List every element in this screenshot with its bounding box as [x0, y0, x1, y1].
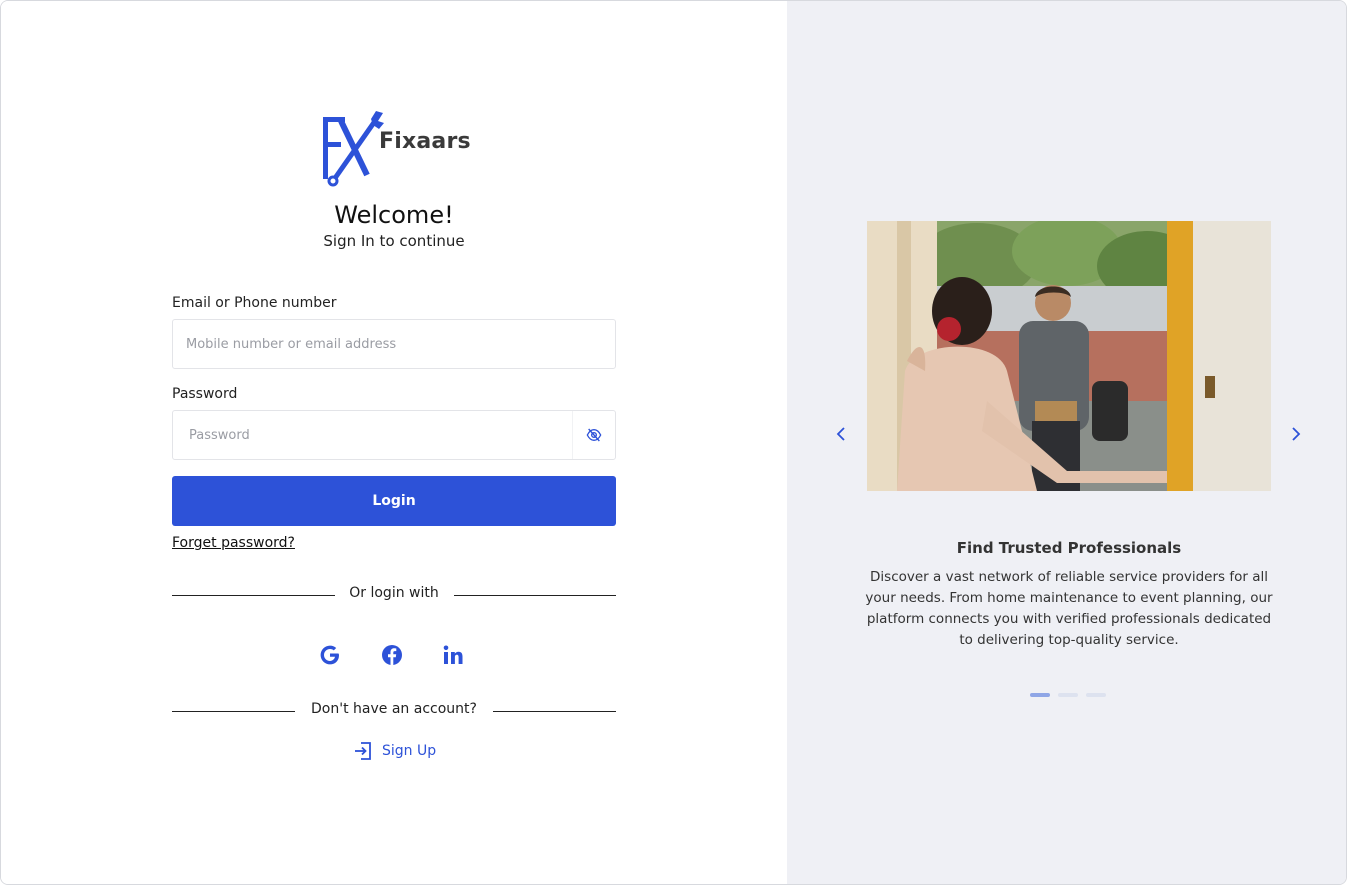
or-login-with-text: Or login with — [349, 585, 439, 601]
carousel-image — [867, 221, 1271, 491]
linkedin-icon — [443, 645, 463, 664]
login-panel: Fixaars Welcome! Sign In to continue Ema… — [1, 1, 787, 884]
login-window: Fixaars Welcome! Sign In to continue Ema… — [0, 0, 1347, 885]
email-field[interactable] — [173, 320, 566, 368]
divider-line-right — [493, 711, 616, 712]
slide-description: Discover a vast network of reliable serv… — [865, 569, 1273, 648]
fixaars-logo: Fixaars — [321, 109, 471, 189]
password-field[interactable] — [173, 411, 569, 459]
sign-up-link[interactable]: Sign Up — [354, 741, 436, 761]
toggle-password-visibility-button[interactable] — [572, 411, 615, 459]
facebook-login-button[interactable] — [378, 641, 406, 669]
login-button[interactable]: Login — [172, 476, 616, 526]
carousel-prev-button[interactable] — [830, 423, 852, 445]
password-label: Password — [172, 386, 238, 402]
sign-in-icon — [355, 742, 371, 760]
or-login-with-divider: Or login with — [172, 585, 616, 605]
carousel-dot-1[interactable] — [1030, 693, 1050, 697]
facebook-icon — [382, 645, 402, 665]
eye-off-icon — [586, 428, 602, 442]
google-login-button[interactable] — [316, 641, 344, 669]
no-account-text: Don't have an account? — [311, 701, 477, 717]
tradesman-at-door-photo — [867, 221, 1271, 491]
chevron-right-icon — [1292, 427, 1301, 441]
carousel-dot-2[interactable] — [1058, 693, 1078, 697]
google-icon — [320, 645, 339, 665]
linkedin-login-button[interactable] — [439, 641, 467, 669]
carousel-indicators — [1030, 693, 1106, 697]
page-title: Welcome! — [334, 201, 454, 229]
sign-up-label: Sign Up — [382, 743, 437, 759]
divider-line-right — [454, 595, 616, 596]
carousel-dot-3[interactable] — [1086, 693, 1106, 697]
email-field-wrapper — [172, 319, 616, 369]
brand-name: Fixaars — [379, 129, 471, 154]
carousel-next-button[interactable] — [1285, 423, 1307, 445]
page-subtitle: Sign In to continue — [323, 232, 465, 250]
password-field-wrapper — [172, 410, 616, 460]
forget-password-link[interactable]: Forget password? — [172, 535, 295, 551]
promo-carousel-panel: Find Trusted Professionals Discover a va… — [787, 1, 1346, 884]
no-account-divider: Don't have an account? — [172, 701, 616, 721]
chevron-left-icon — [836, 427, 845, 441]
email-label: Email or Phone number — [172, 295, 337, 311]
slide-title: Find Trusted Professionals — [956, 539, 1182, 557]
